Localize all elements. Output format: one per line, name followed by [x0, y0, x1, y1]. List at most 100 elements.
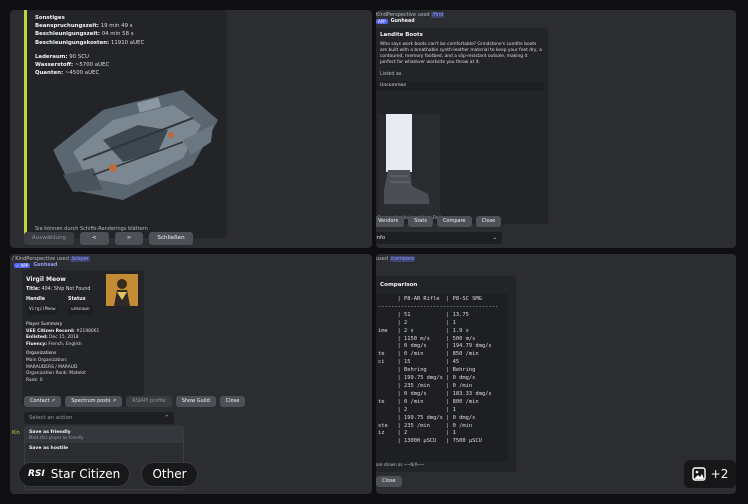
more-images-button[interactable]: +2: [684, 460, 736, 488]
username[interactable]: KindPerspective: [15, 256, 55, 262]
code-line: ci | 15 | 45: [378, 359, 460, 366]
code-line: | P8-AR Rifle | P8-SC SMG: [378, 296, 482, 302]
field-value: Uncommon: [376, 81, 544, 91]
stats-button[interactable]: Stats: [408, 216, 433, 227]
compare-title: Comparison: [380, 282, 418, 288]
code-line: | 199.75 dmg/s | 0 dmg/s: [378, 375, 476, 382]
tag-label: Star Citizen: [50, 467, 121, 481]
stat-label: Laderaum:: [35, 53, 68, 60]
external-link-icon: ↗: [51, 398, 56, 404]
close-button[interactable]: Schließen: [149, 232, 193, 245]
chevron-down-icon: ⌄: [492, 235, 497, 241]
org-line: Organization Rank: Matelot: [26, 371, 86, 377]
compare-button[interactable]: Compare: [436, 216, 472, 227]
next-button[interactable]: >: [114, 232, 144, 245]
star-citizen-tag[interactable]: RSI Star Citizen: [18, 462, 130, 487]
bot-name[interactable]: Gunhead: [391, 19, 415, 24]
player-button-row: Contact ↗ Spectrum posts ↗ RSIAPI profil…: [24, 396, 246, 407]
compare-embed: Comparison | P8-AR Rifle | P8-SC SMG ----…: [376, 276, 516, 472]
stat-label: Wasserstoff:: [35, 62, 74, 69]
item-embed: Landite Boots Who says work boots can't …: [376, 28, 548, 224]
ship-button-row: Auswählung < > Schließen: [24, 232, 193, 245]
player-embed: Virgil Meow Title: 404: Ship Not Found H…: [22, 270, 144, 406]
used-text: used: [417, 12, 430, 18]
org-line: Main Organization:: [26, 357, 68, 363]
action-select[interactable]: Select an action ⌃: [24, 412, 174, 424]
select-button[interactable]: Auswählung: [24, 232, 75, 245]
code-line: | 2 | 1: [378, 319, 456, 326]
command-mention[interactable]: /compare: [389, 256, 416, 262]
code-line: | Behring | Behring: [378, 367, 476, 374]
stat-label: Beschleunigungszeit:: [35, 31, 101, 38]
bot-line: ✓ APP Gunhead: [14, 263, 57, 268]
code-line: | 51 | 13.75: [378, 311, 469, 318]
code-line: ste | 235 /min | 0 /min: [378, 422, 473, 429]
stat-value: 04 min 58 s: [101, 31, 134, 38]
command-mention[interactable]: /player: [70, 256, 90, 262]
stat-value: 90 SCU: [69, 53, 89, 60]
other-tag[interactable]: Other: [141, 462, 198, 487]
menu-item-save-hostile[interactable]: Save as hostile: [25, 443, 183, 454]
stat-value: ~4500 aUEC: [64, 70, 100, 77]
used-text: used: [56, 256, 69, 262]
status-value: unknown: [68, 305, 93, 315]
command-mention[interactable]: /find: [431, 12, 445, 18]
bot-name[interactable]: Gunhead: [33, 263, 57, 268]
avatar: [106, 274, 138, 306]
menu-item-save-friendly[interactable]: Save as friendly Mark this player as fri…: [25, 427, 183, 443]
item-finder-panel: KindPerspective used /find APP Gunhead L…: [376, 10, 736, 248]
command-header: / KindPerspective used /player: [12, 256, 90, 262]
player-panel: / KindPerspective used /player ✓ APP Gun…: [10, 254, 372, 494]
code-line: | 1150 m/s | 500 m/s: [378, 335, 476, 342]
select-value: Info: [376, 235, 386, 241]
item-description: Who says work boots can't be comfortable…: [380, 42, 542, 65]
handle-label: Handle: [26, 297, 45, 302]
contact-button[interactable]: Contact ↗: [24, 396, 62, 407]
stat-label: Beanspruchungszeit:: [35, 23, 99, 30]
ship-info-panel: Sonstiges Beanspruchungszeit: 19 min 49 …: [10, 10, 372, 248]
compare-button-row: Close: [376, 476, 402, 487]
player-title: Title: 404: Ship Not Found: [26, 287, 91, 292]
app-badge: ✓ APP: [14, 263, 31, 268]
code-line: -------------------------------------: [378, 303, 499, 310]
more-count: +2: [710, 467, 729, 481]
code-line: | 2 | 1: [378, 406, 456, 413]
bot-line: APP Gunhead: [376, 19, 415, 24]
embed-footer: are shown as ~~N/A~~: [376, 462, 425, 467]
boots-image: [378, 114, 440, 218]
stat-label: Beschleunigungskosten:: [35, 39, 110, 46]
code-line: ime | 2 s | 1.9 s: [378, 327, 469, 334]
used-text: used: [376, 256, 389, 262]
org-line: Rank: 0: [26, 377, 43, 383]
rsiapi-profile-button[interactable]: RSIAPI profile: [126, 396, 172, 407]
info-select[interactable]: Info ⌄: [376, 232, 502, 244]
show-guild-button[interactable]: Show Guild: [175, 396, 216, 407]
code-line: te | 0 /min | 850 /min: [378, 351, 479, 358]
chevron-up-icon: ⌃: [164, 415, 169, 421]
handle-value: VirgilMeow: [26, 305, 59, 315]
stat-value: 11910 aUEC: [110, 39, 145, 46]
player-summary: Player Summary UEE Citizen Record: #2198…: [26, 322, 100, 383]
select-placeholder: Select an action: [29, 415, 73, 421]
compare-panel: used /compare Comparison | P8-AR Rifle |…: [376, 254, 736, 494]
code-line: te | 0 /min | 800 /min: [378, 398, 479, 405]
item-button-row: Vendors Stats Compare Close: [376, 216, 502, 227]
close-button[interactable]: Close: [475, 216, 502, 227]
close-button[interactable]: Close: [376, 476, 402, 487]
prev-button[interactable]: <: [80, 232, 109, 245]
rsi-logo-icon: RSI: [28, 469, 45, 479]
external-link-icon: ↗: [112, 398, 117, 404]
spectrum-posts-button[interactable]: Spectrum posts ↗: [65, 396, 123, 407]
command-header: KindPerspective used /find: [376, 12, 445, 18]
username[interactable]: KindPerspective: [376, 12, 416, 18]
code-line: | 13000 µSCU | 7500 µSCU: [378, 438, 482, 445]
close-button[interactable]: Close: [219, 396, 246, 407]
vendors-button[interactable]: Vendors: [376, 216, 405, 227]
code-line: iz | 2 | 1: [378, 430, 456, 437]
code-line: | 199.75 dmg/s | 0 dmg/s: [378, 414, 476, 421]
summary-heading: Player Summary: [26, 322, 63, 327]
code-line: | 235 /min | 0 /min: [378, 382, 473, 389]
status-label: Status: [68, 297, 86, 302]
code-line: | 0 dmg/s | 194.79 dmg/s: [378, 343, 492, 350]
ship-embed: Sonstiges Beanspruchungszeit: 19 min 49 …: [24, 10, 227, 238]
